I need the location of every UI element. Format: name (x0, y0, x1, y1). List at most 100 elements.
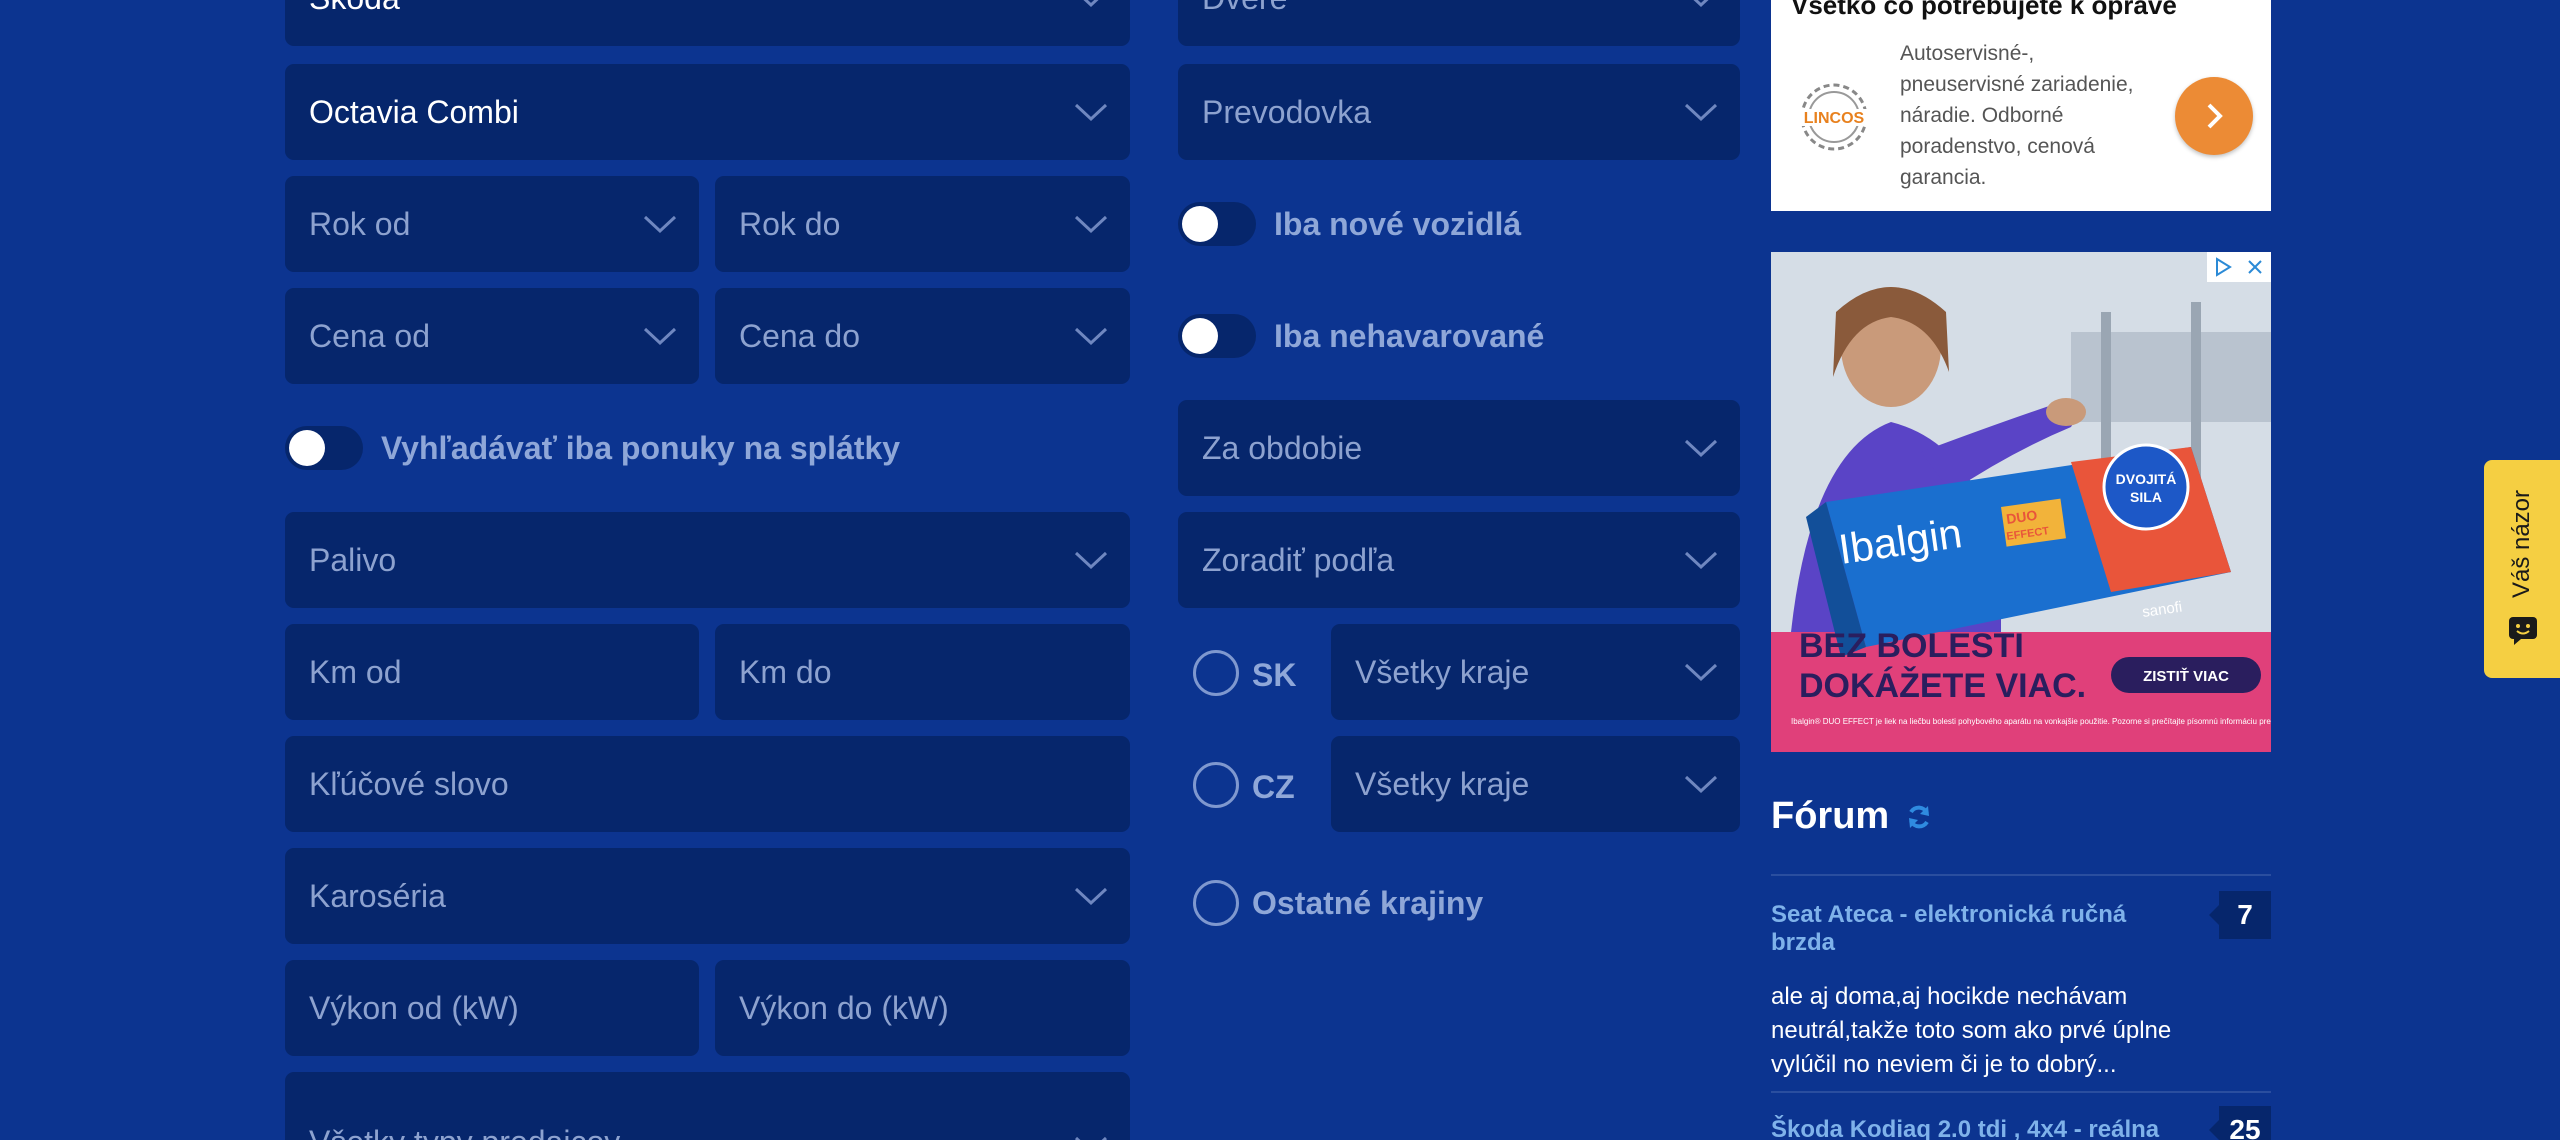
lincos-ad-text: Autoservisné-, pneuservisné zariadenie, … (1900, 42, 2134, 189)
ibalgin-cta: ZISTIŤ VIAC (2143, 667, 2229, 685)
new-only-toggle[interactable] (1178, 202, 1256, 246)
ibalgin-headline-2: DOKÁŽETE VIAC. (1799, 667, 2086, 705)
year-to-select[interactable]: Rok do (715, 176, 1130, 272)
body-type-placeholder: Karoséria (309, 877, 446, 914)
forum-item-title[interactable]: Škoda Kodiaq 2.0 tdi , 4x4 - reálna (1771, 1116, 2191, 1140)
chevron-down-icon (1684, 774, 1718, 794)
feedback-tab[interactable]: Váš názor (2484, 460, 2560, 678)
price-to-placeholder: Cena do (739, 317, 860, 354)
seller-type-placeholder: Všetky typy predajcov (309, 1124, 620, 1140)
chevron-right-icon (2207, 103, 2223, 129)
model-select[interactable]: Octavia Combi (285, 64, 1130, 160)
divider (1771, 874, 2271, 876)
new-only-toggle-row[interactable]: Iba nové vozidlá (1178, 199, 1521, 249)
doors-select[interactable]: Dvere (1178, 0, 1740, 46)
fuel-placeholder: Palivo (309, 541, 397, 578)
new-only-toggle-label: Iba nové vozidlá (1274, 205, 1522, 242)
cz-region-value: Všetky kraje (1355, 765, 1530, 802)
toggle-knob (1182, 318, 1218, 354)
keyword-placeholder: Kľúčové slovo (309, 765, 509, 802)
km-to-placeholder: Km do (739, 653, 832, 690)
toggle-knob (289, 430, 325, 466)
power-to-placeholder: Výkon do (kW) (739, 989, 949, 1026)
lincos-logo: LINCOS (1795, 83, 1873, 151)
feedback-label: Váš názor (2508, 489, 2535, 599)
sk-region-value: Všetky kraje (1355, 653, 1530, 690)
seller-type-select[interactable]: Všetky typy predajcov (285, 1072, 1130, 1140)
lincos-ad[interactable]: Všetko čo potrebujete k oprave LINCOS Au… (1771, 0, 2271, 211)
brand-select[interactable]: Škoda (285, 0, 1130, 46)
chevron-down-icon (1074, 326, 1108, 346)
forum-title-text: Fórum (1771, 795, 1890, 837)
chevron-down-icon (1684, 0, 1718, 8)
ibalgin-disclaimer: Ibalgin® DUO EFFECT je liek na liečbu bo… (1791, 717, 2271, 726)
country-other-label: Ostatné krajiny (1252, 885, 1484, 921)
power-to-input[interactable]: Výkon do (kW) (715, 960, 1130, 1056)
country-cz-label: CZ (1252, 769, 1295, 805)
refresh-icon[interactable] (1905, 803, 1933, 831)
cz-region-select[interactable]: Všetky kraje (1331, 736, 1740, 832)
chevron-down-icon (1074, 0, 1108, 8)
undamaged-toggle[interactable] (1178, 314, 1256, 358)
chevron-down-icon (1074, 102, 1108, 122)
power-from-input[interactable]: Výkon od (kW) (285, 960, 699, 1056)
ad-info-icon[interactable] (2213, 256, 2233, 278)
lincos-logo-text: LINCOS (1804, 110, 1865, 127)
body-type-select[interactable]: Karoséria (285, 848, 1130, 944)
undamaged-toggle-label: Iba nehavarované (1274, 317, 1545, 354)
km-from-input[interactable]: Km od (285, 624, 699, 720)
toggle-knob (1182, 206, 1218, 242)
ad-choices[interactable] (2207, 252, 2271, 282)
year-to-placeholder: Rok do (739, 205, 841, 242)
ad-arrow-button[interactable] (2175, 77, 2253, 155)
brand-value: Škoda (309, 0, 400, 17)
chevron-down-icon (1684, 438, 1718, 458)
forum-item-title[interactable]: Seat Ateca - elektronická ručná brzda (1771, 901, 2191, 957)
sort-placeholder: Zoradiť podľa (1202, 541, 1395, 578)
installments-toggle-row[interactable]: Vyhľadávať iba ponuky na splátky (285, 423, 900, 473)
installments-toggle-label: Vyhľadávať iba ponuky na splátky (381, 429, 901, 466)
divider (1771, 1091, 2271, 1093)
chevron-down-icon (1074, 1135, 1108, 1140)
chevron-down-icon (1684, 662, 1718, 682)
price-from-select[interactable]: Cena od (285, 288, 699, 384)
sk-region-select[interactable]: Všetky kraje (1331, 624, 1740, 720)
country-sk-label: SK (1252, 657, 1297, 693)
forum-item-excerpt[interactable]: ale aj doma,aj hocikde nechávam neutrál,… (1771, 980, 2241, 1082)
fuel-select[interactable]: Palivo (285, 512, 1130, 608)
transmission-placeholder: Prevodovka (1202, 93, 1371, 130)
chevron-down-icon (1074, 550, 1108, 570)
chevron-down-icon (643, 214, 677, 234)
country-sk-radio[interactable] (1193, 650, 1239, 696)
ibalgin-ad-image: Ibalgin DUO EFFECT DVOJITÁ SILA sanofi B… (1771, 252, 2271, 752)
period-select[interactable]: Za obdobie (1178, 400, 1740, 496)
ibalgin-ad[interactable]: Ibalgin DUO EFFECT DVOJITÁ SILA sanofi B… (1771, 252, 2271, 752)
undamaged-toggle-row[interactable]: Iba nehavarované (1178, 311, 1544, 361)
forum-title: Fórum (1771, 795, 1933, 838)
doors-placeholder: Dvere (1202, 0, 1287, 17)
chevron-down-icon (1684, 550, 1718, 570)
chevron-down-icon (1074, 886, 1108, 906)
chevron-down-icon (1074, 214, 1108, 234)
close-icon[interactable] (2245, 257, 2265, 277)
model-value: Octavia Combi (309, 93, 519, 130)
chevron-down-icon (1684, 102, 1718, 122)
transmission-select[interactable]: Prevodovka (1178, 64, 1740, 160)
sort-select[interactable]: Zoradiť podľa (1178, 512, 1740, 608)
ibalgin-seal-line2: SILA (2130, 489, 2162, 505)
price-from-placeholder: Cena od (309, 317, 430, 354)
forum-item-count: 25 (2209, 1106, 2271, 1140)
period-placeholder: Za obdobie (1202, 429, 1363, 466)
km-from-placeholder: Km od (309, 653, 402, 690)
country-other-radio[interactable] (1193, 880, 1239, 926)
price-to-select[interactable]: Cena do (715, 288, 1130, 384)
keyword-input[interactable]: Kľúčové slovo (285, 736, 1130, 832)
installments-toggle[interactable] (285, 426, 363, 470)
chevron-down-icon (643, 326, 677, 346)
km-to-input[interactable]: Km do (715, 624, 1130, 720)
country-cz-radio[interactable] (1193, 762, 1239, 808)
year-from-select[interactable]: Rok od (285, 176, 699, 272)
ibalgin-seal-line1: DVOJITÁ (2116, 471, 2177, 487)
power-from-placeholder: Výkon od (kW) (309, 989, 519, 1026)
year-from-placeholder: Rok od (309, 205, 411, 242)
